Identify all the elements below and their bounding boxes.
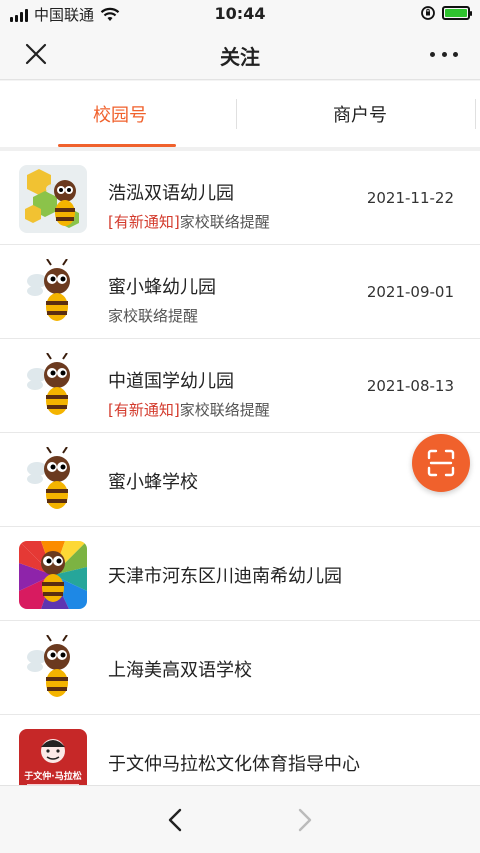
tab-campus-label: 校园号 bbox=[93, 105, 147, 126]
scan-icon bbox=[427, 449, 455, 477]
avatar bbox=[19, 541, 87, 609]
tab-divider-right bbox=[475, 99, 476, 129]
item-name: 上海美高双语学校 bbox=[108, 660, 252, 681]
scan-button[interactable] bbox=[412, 434, 470, 492]
item-name: 天津市河东区川迪南希幼儿园 bbox=[108, 566, 342, 587]
tab-divider bbox=[236, 99, 237, 129]
page-title: 关注 bbox=[220, 45, 260, 69]
item-subtitle: [有新通知]家校联络提醒 bbox=[108, 211, 270, 232]
list-item[interactable]: 蜜小蜂学校 bbox=[0, 433, 480, 527]
tab-merchant[interactable]: 商户号 bbox=[240, 81, 480, 147]
item-name: 中道国学幼儿园 bbox=[108, 371, 234, 392]
orientation-lock-icon bbox=[421, 6, 435, 20]
avatar bbox=[19, 259, 87, 327]
item-name: 于文仲马拉松文化体育指导中心 bbox=[108, 754, 360, 775]
tab-campus[interactable]: 校园号 bbox=[0, 81, 240, 147]
item-name: 蜜小蜂幼儿园 bbox=[108, 277, 216, 298]
item-subtitle: [有新通知]家校联络提醒 bbox=[108, 399, 270, 420]
chevron-left-icon[interactable] bbox=[164, 806, 188, 834]
nav-bar: 关注 bbox=[0, 28, 480, 80]
item-subtitle-text: 家校联络提醒 bbox=[179, 401, 270, 419]
new-notice-tag: [有新通知] bbox=[108, 401, 180, 419]
more-icon[interactable] bbox=[430, 40, 458, 68]
list-item[interactable]: 浩泓双语幼儿园 [有新通知]家校联络提醒 2021-11-22 bbox=[0, 151, 480, 245]
item-date: 2021-08-13 bbox=[366, 377, 454, 395]
marathon-logo-text: 于文仲·马拉松 bbox=[24, 770, 81, 782]
tab-merchant-label: 商户号 bbox=[333, 105, 387, 126]
status-time: 10:44 bbox=[214, 4, 266, 23]
list-item[interactable]: 上海美高双语学校 bbox=[0, 621, 480, 715]
avatar bbox=[19, 635, 87, 703]
status-right bbox=[420, 5, 472, 21]
item-date: 2021-09-01 bbox=[366, 283, 454, 301]
chevron-right-icon[interactable] bbox=[292, 806, 316, 834]
item-subtitle-text: 家校联络提醒 bbox=[108, 307, 199, 325]
tab-bar: 校园号 商户号 bbox=[0, 81, 480, 147]
avatar bbox=[19, 165, 87, 233]
bottom-nav-bar bbox=[0, 785, 480, 853]
item-name: 蜜小蜂学校 bbox=[108, 472, 198, 493]
item-name: 浩泓双语幼儿园 bbox=[108, 183, 234, 204]
avatar bbox=[19, 353, 87, 421]
avatar bbox=[19, 447, 87, 515]
list-item[interactable]: 中道国学幼儿园 [有新通知]家校联络提醒 2021-08-13 bbox=[0, 339, 480, 433]
item-subtitle-text: 家校联络提醒 bbox=[179, 213, 270, 231]
list-item[interactable]: 蜜小蜂幼儿园 家校联络提醒 2021-09-01 bbox=[0, 245, 480, 339]
list-item[interactable]: 天津市河东区川迪南希幼儿园 bbox=[0, 527, 480, 621]
item-subtitle: 家校联络提醒 bbox=[108, 305, 198, 326]
item-date: 2021-11-22 bbox=[366, 189, 454, 207]
new-notice-tag: [有新通知] bbox=[108, 213, 180, 231]
battery-icon bbox=[442, 6, 472, 20]
status-bar: 中国联通 10:44 bbox=[0, 0, 480, 28]
subscription-list: 浩泓双语幼儿园 [有新通知]家校联络提醒 2021-11-22 蜜小蜂幼儿园 家… bbox=[0, 151, 480, 809]
